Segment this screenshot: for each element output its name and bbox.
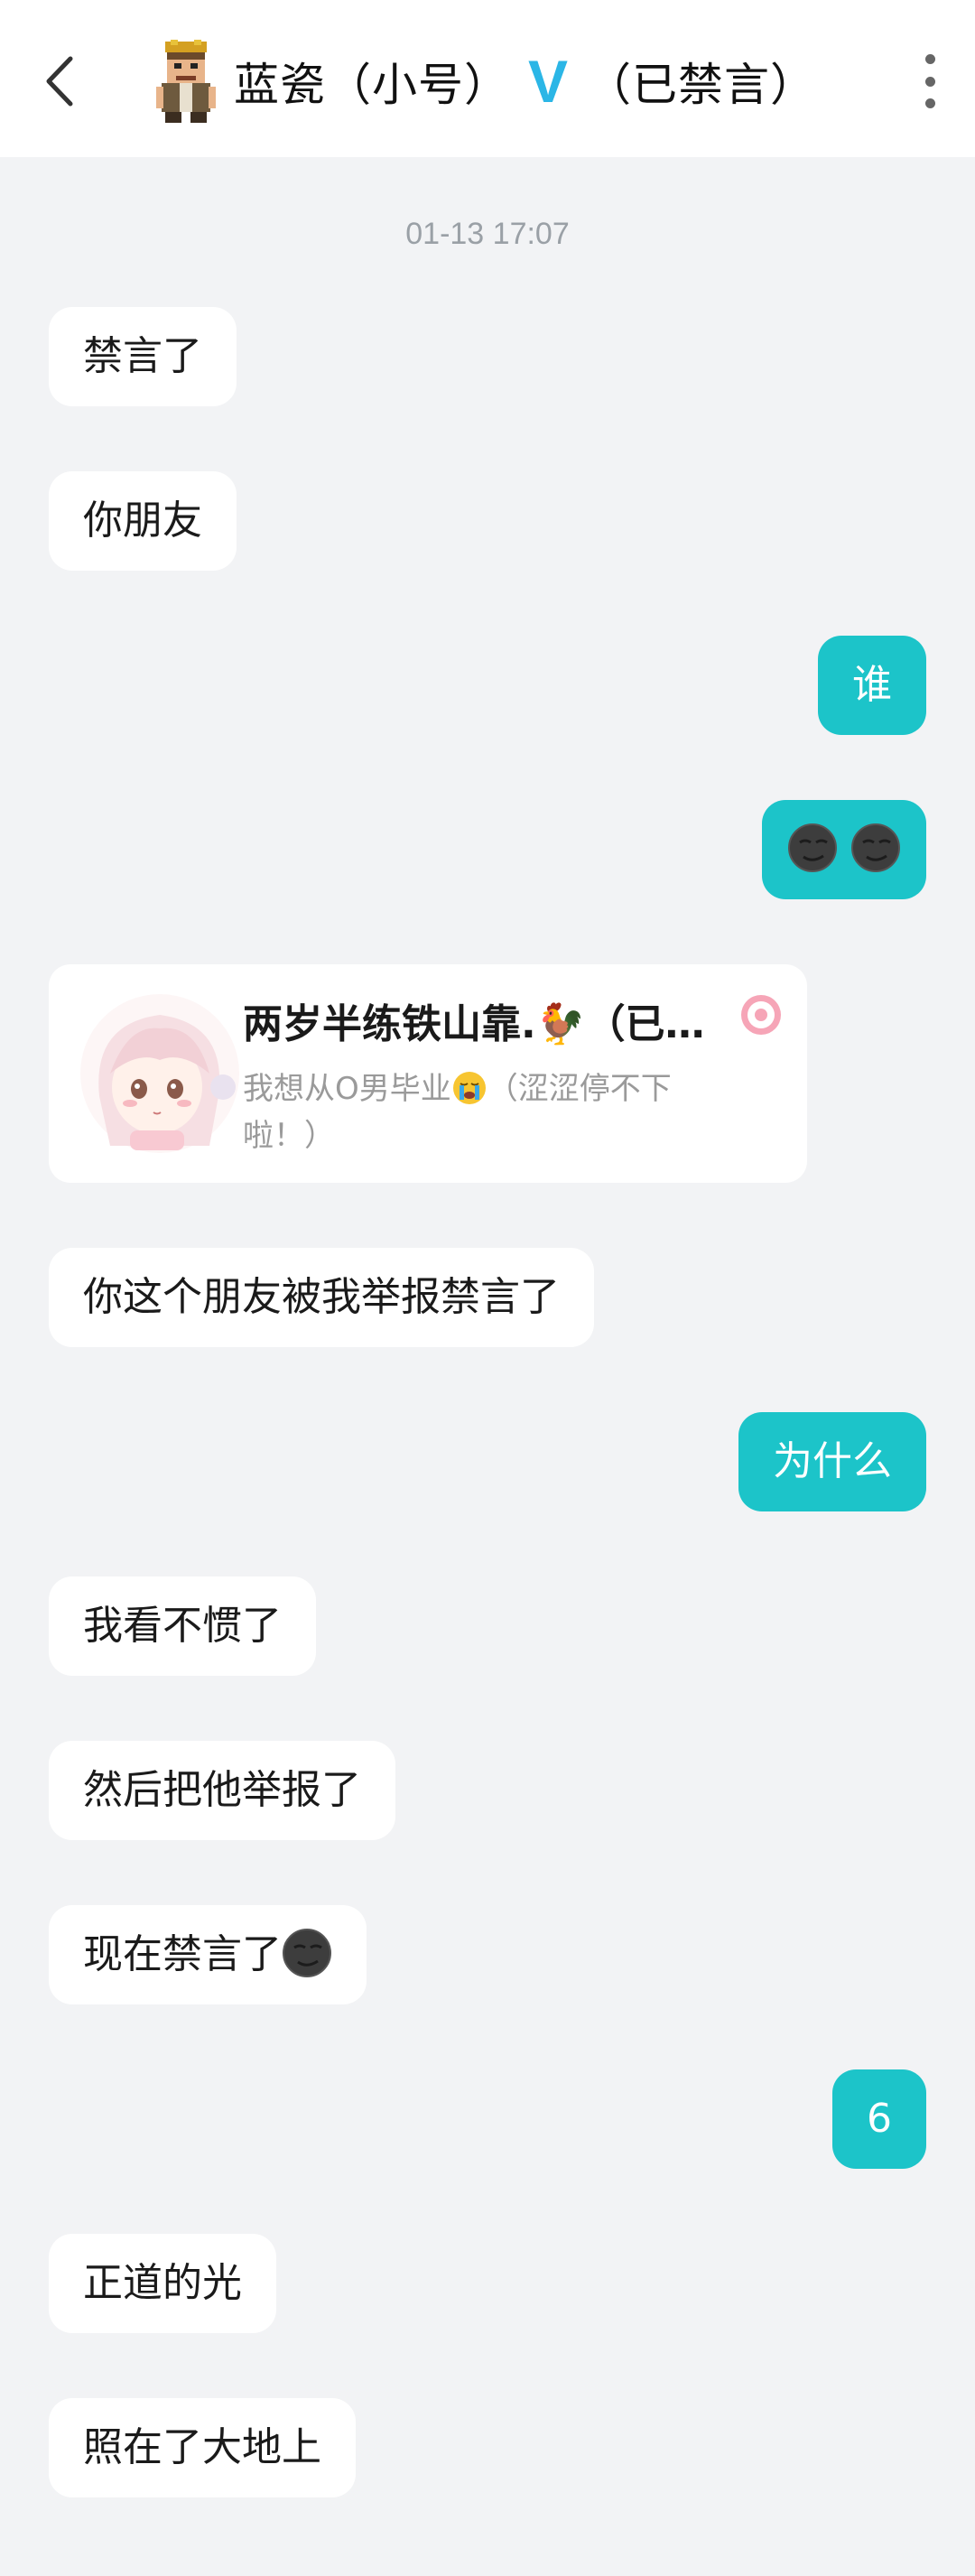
message-bubble-received[interactable]: 禁言了	[49, 307, 237, 406]
message-text: 为什么	[773, 1438, 892, 1484]
more-options-icon[interactable]	[912, 54, 948, 108]
smirk-moon-emoji	[851, 823, 900, 872]
message-bubble-received[interactable]: 你这个朋友被我举报禁言了	[49, 1248, 594, 1347]
crying-face-emoji	[452, 1071, 486, 1104]
message-bubble-received[interactable]: 你朋友	[49, 471, 237, 571]
message-text: 我看不惯了	[83, 1603, 282, 1649]
card-name: 两岁半练铁山靠.🐓（已…	[243, 1001, 705, 1047]
pink-badge-icon	[741, 995, 781, 1035]
message-text: 照在了大地上	[83, 2424, 321, 2470]
card-avatar	[80, 994, 239, 1153]
message-bubble-received[interactable]: 正道的光	[49, 2234, 276, 2333]
message-timestamp: 01-13 17:07	[405, 217, 570, 251]
message-text: 禁言了	[83, 333, 202, 379]
message-bubble-sent[interactable]	[762, 800, 926, 899]
message-bubble-received[interactable]: 然后把他举报了	[49, 1741, 395, 1840]
message-text: 然后把他举报了	[83, 1767, 361, 1813]
chat-title[interactable]: 蓝瓷（小号） V （已禁言）	[149, 36, 816, 126]
smirk-moon-emoji	[283, 1929, 331, 1977]
contact-avatar[interactable]	[149, 40, 223, 123]
card-description: 我想从O男毕业 （涩涩停不下啦！）	[243, 1071, 672, 1154]
smirk-moon-emoji	[788, 823, 837, 872]
message-text: 谁	[852, 662, 892, 708]
verified-badge: V	[528, 48, 569, 115]
contact-status: （已禁言）	[586, 59, 817, 111]
message-bubble-sent[interactable]: 谁	[818, 636, 926, 735]
message-text: 你这个朋友被我举报禁言了	[83, 1274, 560, 1320]
message-bubble-sent[interactable]: 为什么	[738, 1412, 926, 1511]
chat-header: 蓝瓷（小号） V （已禁言）	[0, 0, 975, 157]
message-text: 正道的光	[83, 2260, 242, 2306]
message-bubble-received[interactable]: 我看不惯了	[49, 1576, 316, 1676]
contact-name: 蓝瓷（小号）	[234, 59, 510, 111]
message-text: 现在禁言了	[83, 1931, 282, 1977]
shared-profile-card[interactable]: 两岁半练铁山靠.🐓（已… 我想从O男毕业 （涩涩停不下啦！）	[49, 964, 807, 1183]
message-bubble-received[interactable]: 现在禁言了	[49, 1905, 367, 2004]
back-arrow-icon[interactable]	[36, 50, 90, 113]
message-text: 你朋友	[83, 498, 202, 544]
message-bubble-sent[interactable]: 6	[832, 2069, 926, 2169]
message-text: 6	[867, 2096, 892, 2142]
message-bubble-received[interactable]: 照在了大地上	[49, 2398, 356, 2497]
